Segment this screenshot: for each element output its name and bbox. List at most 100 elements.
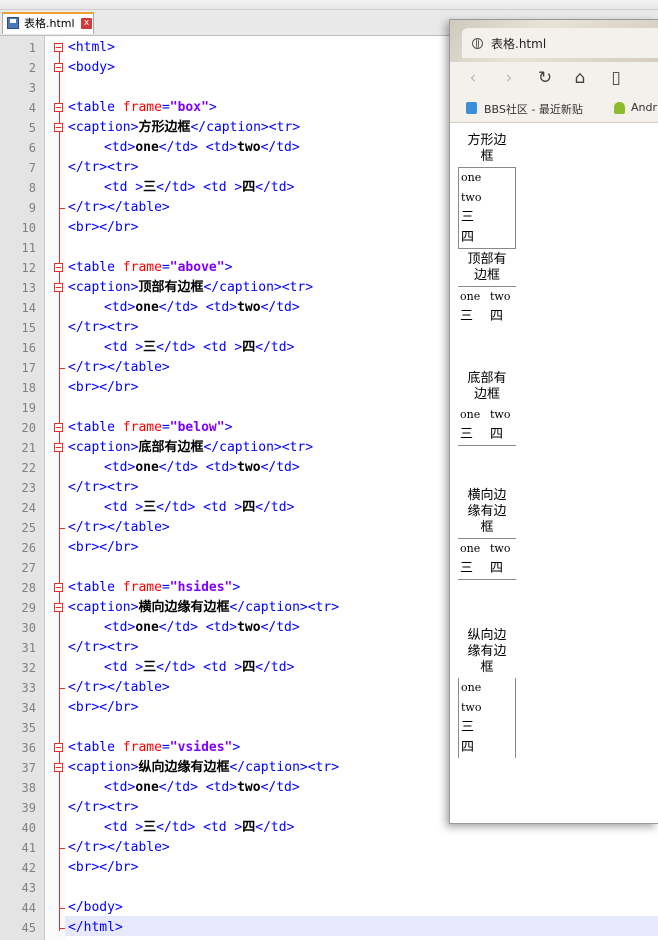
reload-icon[interactable]: ↻ bbox=[534, 67, 556, 89]
code-line[interactable]: <td>one</td> <td>two</td> bbox=[104, 618, 300, 638]
code-token: frame bbox=[122, 100, 162, 115]
code-token: <br></br> bbox=[68, 700, 139, 715]
line-number: 12 bbox=[21, 261, 36, 275]
code-token: one bbox=[135, 140, 159, 155]
fold-toggle-icon[interactable] bbox=[54, 263, 63, 272]
code-line[interactable]: <br></br> bbox=[68, 538, 138, 558]
fold-toggle-icon[interactable] bbox=[54, 123, 63, 132]
code-token: </td> <td> bbox=[158, 620, 238, 635]
code-token: two bbox=[237, 140, 261, 155]
code-token: > bbox=[224, 420, 233, 435]
code-line[interactable]: <table frame="hsides"> bbox=[68, 578, 240, 598]
fold-toggle-icon[interactable] bbox=[54, 43, 63, 52]
code-line[interactable]: <caption>纵向边缘有边框</caption><tr> bbox=[68, 758, 339, 778]
code-line[interactable]: <td>one</td> <td>two</td> bbox=[104, 138, 300, 158]
fold-toggle-icon[interactable] bbox=[54, 63, 63, 72]
code-token: </caption><tr> bbox=[203, 280, 314, 295]
browser-window[interactable]: 表格.html ‹ › ↻ ⌂ ▯ BBS社区 - 最近新贴 Andr 方形边框… bbox=[449, 19, 658, 824]
code-token: 方形边框 bbox=[138, 120, 191, 135]
code-line[interactable]: <td >三</td> <td >四</td> bbox=[104, 818, 294, 838]
code-token: <table bbox=[68, 100, 123, 115]
line-number: 15 bbox=[21, 321, 36, 335]
code-line[interactable]: <td>one</td> <td>two</td> bbox=[104, 778, 300, 798]
code-line[interactable]: <caption>方形边框</caption><tr> bbox=[68, 118, 300, 138]
fold-end-marker bbox=[59, 208, 65, 209]
code-token: </tr></table> bbox=[68, 360, 170, 375]
code-line[interactable]: </tr><tr> bbox=[68, 638, 138, 658]
line-number: 26 bbox=[21, 541, 36, 555]
code-token: </td> bbox=[255, 340, 295, 355]
code-line[interactable]: <body> bbox=[68, 58, 115, 78]
code-line[interactable]: </tr></table> bbox=[68, 358, 170, 378]
bookmark-android[interactable]: Andr bbox=[631, 101, 657, 114]
fold-toggle-icon[interactable] bbox=[54, 443, 63, 452]
code-token: <html> bbox=[68, 40, 115, 55]
code-line[interactable]: </tr><tr> bbox=[68, 478, 138, 498]
browser-tab[interactable]: 表格.html bbox=[462, 28, 658, 58]
code-token: "below" bbox=[169, 420, 225, 435]
code-line[interactable]: <td >三</td> <td >四</td> bbox=[104, 498, 294, 518]
code-token: <td > bbox=[104, 340, 144, 355]
code-token: </td> <td> bbox=[158, 780, 238, 795]
table-body: onetwo三四 bbox=[458, 405, 516, 446]
fold-toggle-icon[interactable] bbox=[54, 423, 63, 432]
code-line[interactable]: <table frame="below"> bbox=[68, 418, 232, 438]
code-line[interactable]: <td >三</td> <td >四</td> bbox=[104, 338, 294, 358]
line-number: 22 bbox=[21, 461, 36, 475]
bookmark-bbs[interactable]: BBS社区 - 最近新贴 bbox=[484, 101, 583, 117]
fold-toggle-icon[interactable] bbox=[54, 283, 63, 292]
code-line[interactable]: </tr><tr> bbox=[68, 798, 138, 818]
fold-toggle-icon[interactable] bbox=[54, 603, 63, 612]
close-tab-icon[interactable]: x bbox=[81, 18, 92, 29]
code-line[interactable]: </tr></table> bbox=[68, 198, 170, 218]
code-line[interactable]: </html> bbox=[68, 918, 123, 938]
code-line[interactable]: </tr></table> bbox=[68, 678, 170, 698]
reader-view-icon[interactable]: ▯ bbox=[605, 67, 627, 89]
code-line[interactable]: </tr><tr> bbox=[68, 318, 138, 338]
code-line[interactable]: <td >三</td> <td >四</td> bbox=[104, 658, 294, 678]
code-line[interactable]: </tr><tr> bbox=[68, 158, 138, 178]
code-line[interactable]: <br></br> bbox=[68, 858, 138, 878]
code-token: frame bbox=[122, 260, 162, 275]
code-line[interactable]: <caption>底部有边框</caption><tr> bbox=[68, 438, 313, 458]
code-token: <table bbox=[68, 260, 123, 275]
home-icon[interactable]: ⌂ bbox=[569, 67, 591, 89]
code-line[interactable]: <table frame="vsides"> bbox=[68, 738, 240, 758]
fold-toggle-icon[interactable] bbox=[54, 763, 63, 772]
code-line[interactable]: <br></br> bbox=[68, 698, 138, 718]
code-line[interactable]: <td>one</td> <td>two</td> bbox=[104, 458, 300, 478]
forward-arrow-icon[interactable]: › bbox=[498, 67, 520, 89]
code-line[interactable]: <td>one</td> <td>two</td> bbox=[104, 298, 300, 318]
code-line[interactable]: <br></br> bbox=[68, 218, 138, 238]
code-line[interactable]: <caption>顶部有边框</caption><tr> bbox=[68, 278, 313, 298]
code-line[interactable]: <table frame="box"> bbox=[68, 98, 217, 118]
code-line[interactable]: <caption>横向边缘有边框</caption><tr> bbox=[68, 598, 339, 618]
table-cell: two bbox=[490, 408, 511, 421]
code-token: frame bbox=[122, 740, 162, 755]
code-line[interactable]: <br></br> bbox=[68, 378, 138, 398]
code-token: = bbox=[161, 100, 170, 115]
code-token: two bbox=[237, 460, 261, 475]
code-line[interactable]: </tr></table> bbox=[68, 838, 170, 858]
back-arrow-icon[interactable]: ‹ bbox=[462, 67, 484, 89]
code-line[interactable]: </tr></table> bbox=[68, 518, 170, 538]
code-token: two bbox=[237, 300, 261, 315]
line-number: 25 bbox=[21, 521, 36, 535]
table-body: onetwo三四 bbox=[458, 678, 516, 758]
fold-toggle-icon[interactable] bbox=[54, 743, 63, 752]
code-line[interactable]: <html> bbox=[68, 38, 115, 58]
code-token: frame bbox=[122, 580, 162, 595]
code-token: </tr></table> bbox=[68, 680, 170, 695]
fold-toggle-icon[interactable] bbox=[54, 583, 63, 592]
table-body: onetwo三四 bbox=[458, 538, 516, 580]
file-tab[interactable]: 表格.html x bbox=[2, 12, 94, 34]
caption-line: 缘有边 bbox=[467, 504, 507, 519]
code-line[interactable]: <table frame="above"> bbox=[68, 258, 232, 278]
code-line[interactable]: </body> bbox=[68, 898, 123, 918]
code-token: 三 bbox=[143, 820, 157, 835]
code-line[interactable]: <td >三</td> <td >四</td> bbox=[104, 178, 294, 198]
line-number: 6 bbox=[28, 141, 36, 155]
fold-toggle-icon[interactable] bbox=[54, 103, 63, 112]
fold-end-marker bbox=[59, 908, 65, 909]
table-row: 三四 bbox=[458, 559, 516, 579]
